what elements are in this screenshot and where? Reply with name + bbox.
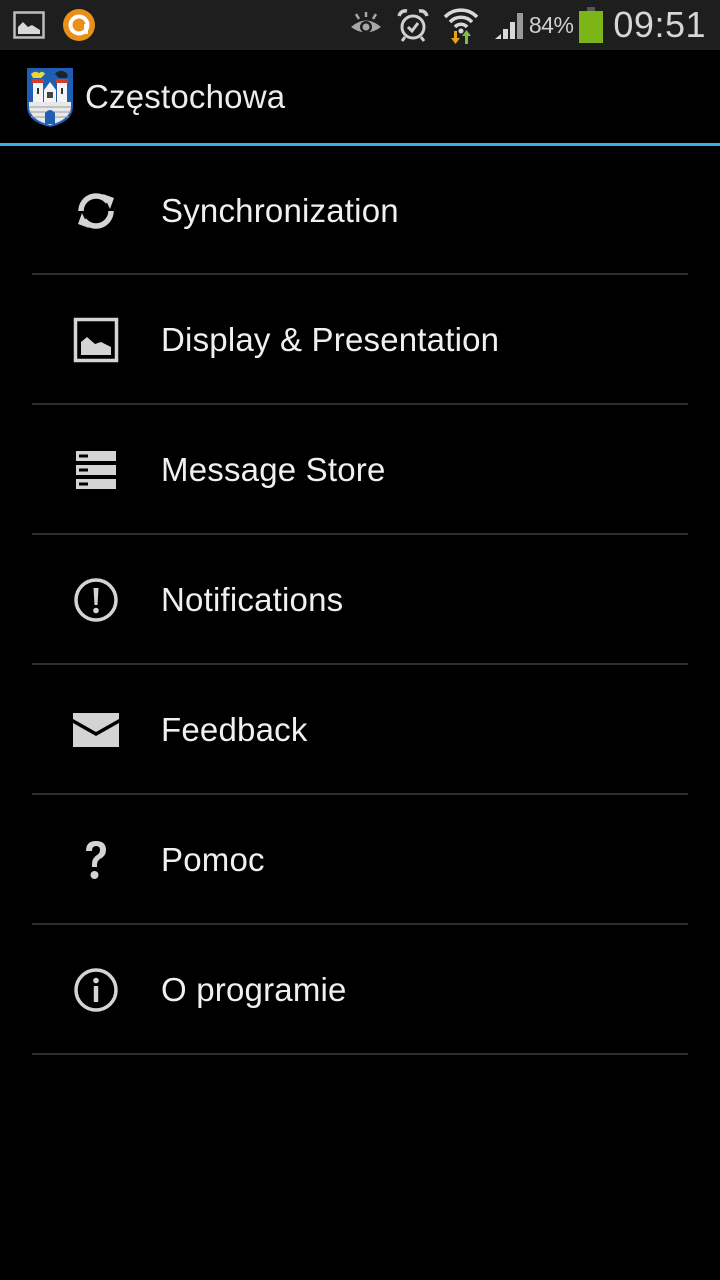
status-bar-system: 84% 09:51	[349, 0, 720, 50]
battery-icon	[579, 7, 604, 43]
settings-menu: Synchronization Display & Presentation M…	[0, 146, 720, 1055]
menu-item-message-store[interactable]: Message Store	[0, 405, 720, 535]
menu-item-label: Notifications	[161, 581, 344, 618]
alert-icon	[72, 576, 120, 624]
app-title: Częstochowa	[85, 77, 286, 115]
eye-smart-stay-icon	[349, 11, 383, 39]
menu-item-label: Display & Presentation	[161, 321, 500, 358]
alarm-clock-icon	[397, 8, 429, 42]
info-icon	[72, 966, 120, 1014]
menu-item-help[interactable]: Pomoc	[0, 795, 720, 925]
menu-item-about[interactable]: O programie	[0, 925, 720, 1055]
storage-icon	[72, 446, 120, 494]
menu-item-label: Feedback	[161, 711, 308, 748]
menu-item-label: Message Store	[161, 451, 386, 488]
status-bar: 84% 09:51	[0, 0, 720, 50]
gallery-notification-icon	[13, 11, 45, 39]
mail-icon	[72, 706, 120, 754]
menu-item-label: O programie	[161, 971, 347, 1008]
help-icon	[72, 836, 120, 884]
image-icon	[72, 316, 120, 364]
clock: 09:51	[613, 4, 706, 45]
menu-item-label: Pomoc	[161, 841, 265, 878]
app-logo-coat-of-arms-icon[interactable]	[25, 66, 75, 128]
status-bar-notifications	[0, 8, 96, 42]
app-notification-icon	[62, 8, 96, 42]
action-bar: Częstochowa	[0, 50, 720, 143]
menu-item-feedback[interactable]: Feedback	[0, 665, 720, 795]
wifi-icon	[443, 5, 479, 45]
menu-item-synchronization[interactable]: Synchronization	[0, 146, 720, 275]
battery-percent: 84%	[528, 11, 574, 38]
sync-icon	[72, 187, 120, 235]
cellular-signal-icon	[493, 10, 525, 40]
menu-item-label: Synchronization	[161, 191, 399, 229]
menu-item-display-presentation[interactable]: Display & Presentation	[0, 275, 720, 405]
menu-item-notifications[interactable]: Notifications	[0, 535, 720, 665]
